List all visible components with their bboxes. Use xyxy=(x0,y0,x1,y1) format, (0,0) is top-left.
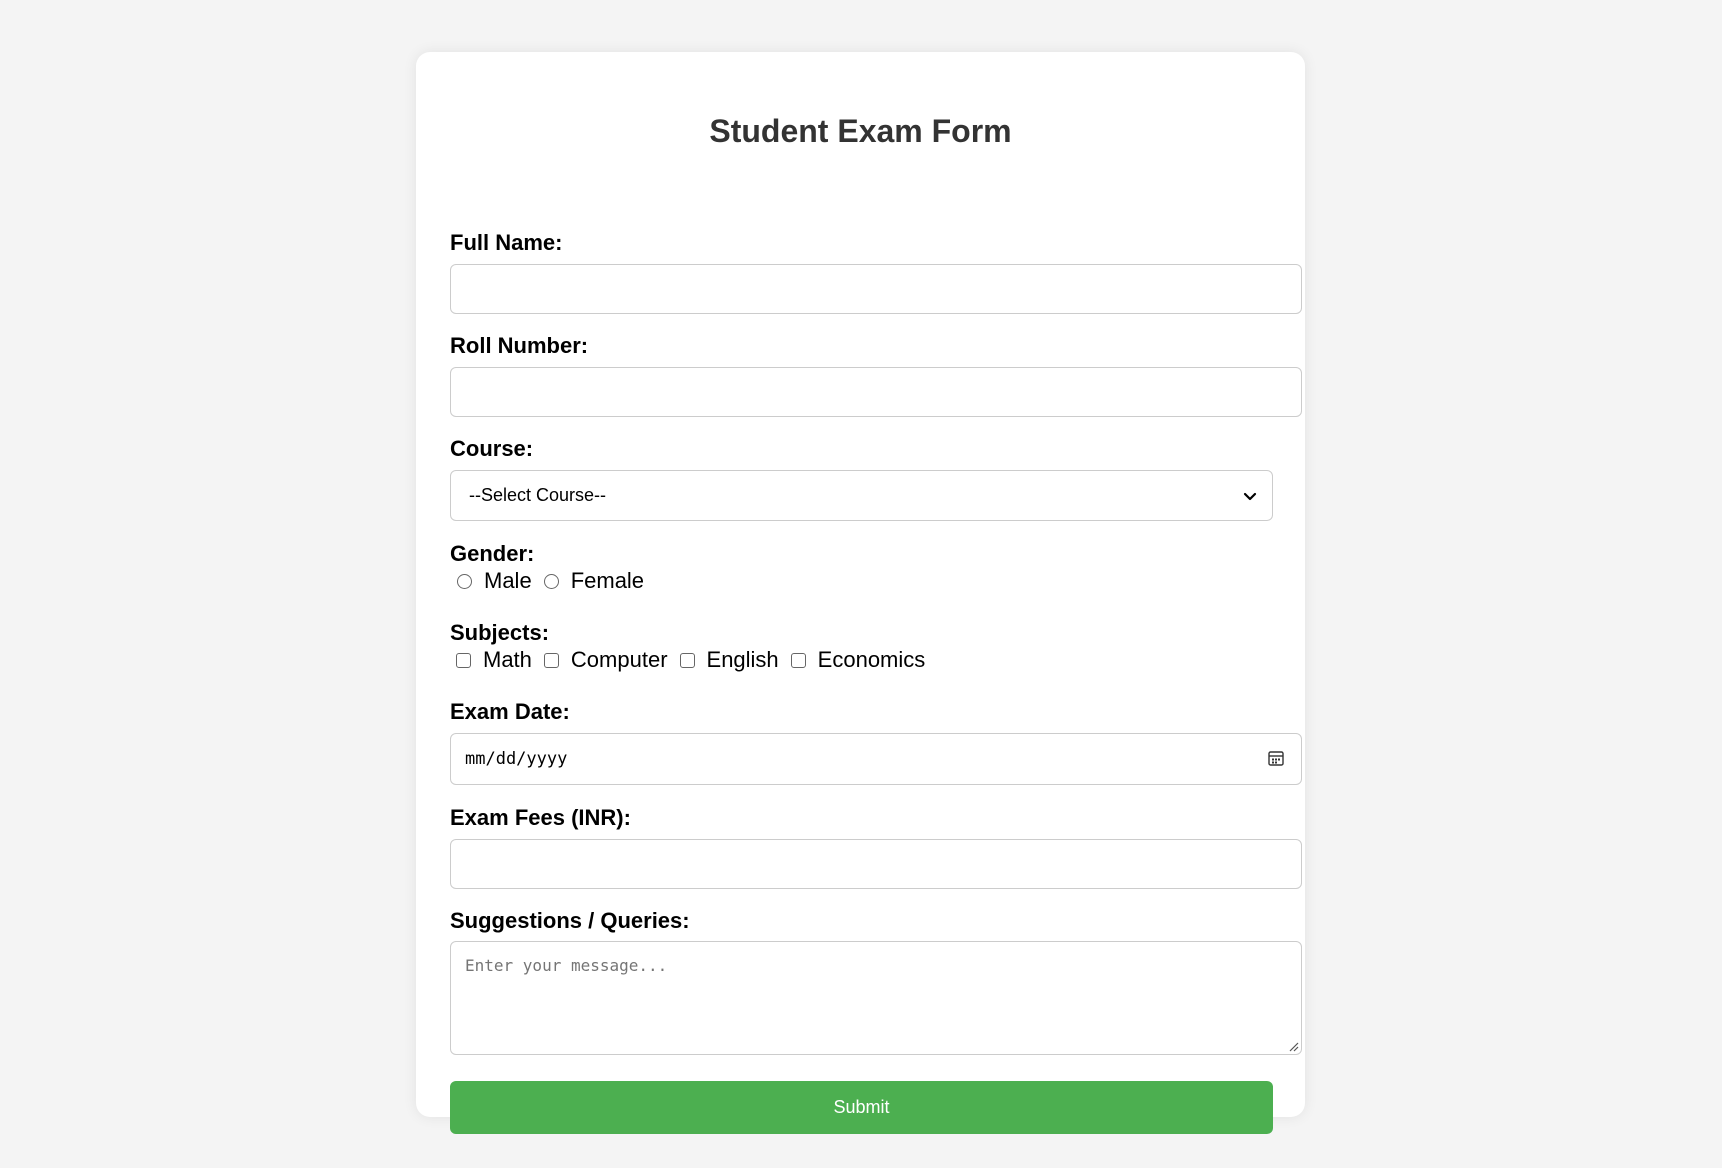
form-title: Student Exam Form xyxy=(709,113,1012,149)
subject-option-label: Math xyxy=(483,647,532,672)
gender-option-label: Female xyxy=(570,568,645,593)
suggestions-textarea[interactable]: Enter your message... xyxy=(450,941,1302,1055)
gender-radio-male[interactable] xyxy=(457,573,472,589)
exam-date-input[interactable]: mm/dd/yyyy xyxy=(450,733,1302,785)
calendar-icon[interactable] xyxy=(1267,749,1285,767)
subjects-label: Subjects: xyxy=(450,620,550,645)
full-name-label: Full Name: xyxy=(450,230,563,255)
suggestions-placeholder: Enter your message... xyxy=(465,956,668,975)
course-label: Course: xyxy=(450,436,534,461)
course-selected-value: --Select Course-- xyxy=(469,485,607,505)
resize-handle-icon[interactable] xyxy=(1289,1042,1299,1052)
roll-number-label: Roll Number: xyxy=(450,333,589,358)
chevron-down-icon xyxy=(1243,492,1257,501)
subject-checkbox-english[interactable] xyxy=(679,652,695,668)
full-name-input[interactable] xyxy=(450,264,1302,314)
gender-options: Male Female xyxy=(450,567,650,595)
exam-date-label: Exam Date: xyxy=(450,699,570,724)
subject-option-label: Computer xyxy=(570,647,668,672)
subject-checkbox-economics[interactable] xyxy=(790,652,806,668)
suggestions-label: Suggestions / Queries: xyxy=(450,908,690,933)
exam-form-card: Student Exam Form Full Name: Roll Number… xyxy=(416,52,1305,1134)
subject-checkbox-computer[interactable] xyxy=(543,652,559,668)
subject-checkbox-math[interactable] xyxy=(456,652,471,668)
subject-options: Math Computer English Economics xyxy=(450,646,931,674)
gender-label: Gender: xyxy=(450,541,535,566)
course-select[interactable]: --Select Course-- xyxy=(450,470,1273,521)
subject-option-label: English xyxy=(706,647,779,672)
gender-option-label: Male xyxy=(484,568,532,593)
submit-button[interactable]: Submit xyxy=(450,1081,1273,1134)
gender-radio-female[interactable] xyxy=(543,573,559,589)
roll-number-input[interactable] xyxy=(450,367,1302,417)
exam-fees-input[interactable] xyxy=(450,839,1302,889)
exam-fees-label: Exam Fees (INR): xyxy=(450,805,631,830)
exam-date-placeholder: mm/dd/yyyy xyxy=(465,749,568,769)
subject-option-label: Economics xyxy=(817,647,926,672)
